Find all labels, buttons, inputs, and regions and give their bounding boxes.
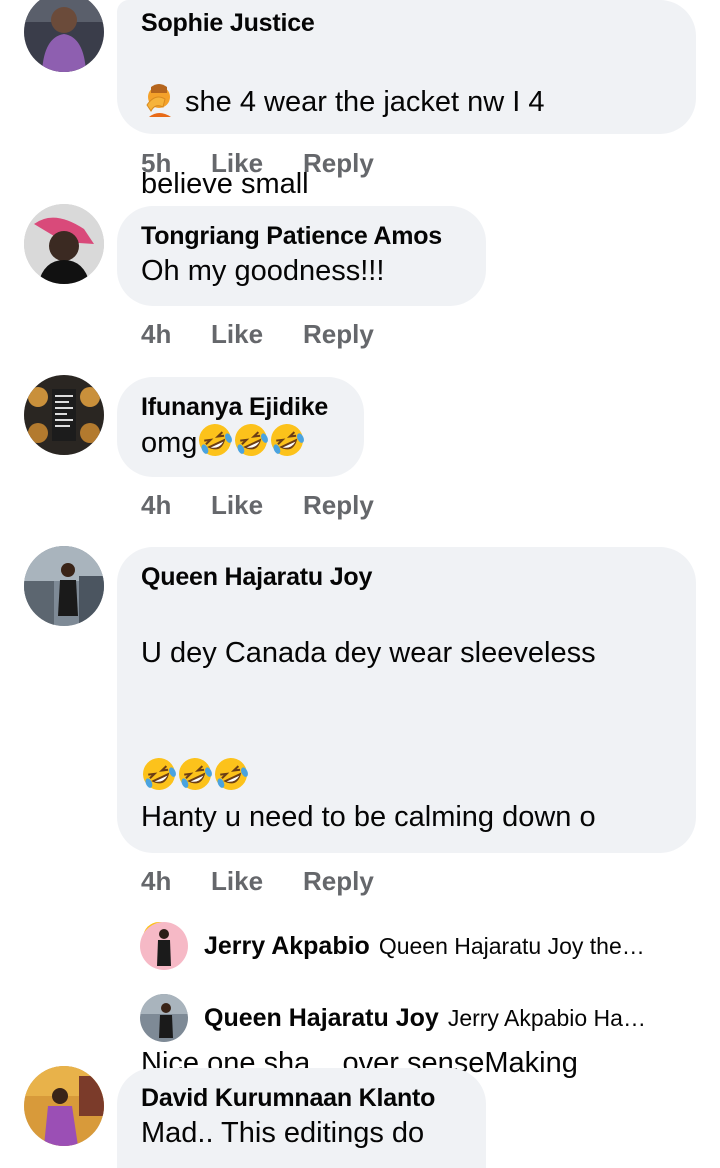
comment-text-line: U dey Canada dey wear sleeveless bbox=[141, 637, 596, 669]
comment-bubble: David Kurumnaan Klanto Mad.. This editin… bbox=[117, 1068, 486, 1168]
avatar[interactable] bbox=[24, 1066, 104, 1146]
comment-text-line: she 4 wear the jacket nw I 4 bbox=[177, 86, 545, 118]
reply-author[interactable]: Jerry Akpabio bbox=[204, 932, 370, 961]
reply-button[interactable]: Reply bbox=[303, 490, 374, 520]
comment-text: Oh my goodness!!! bbox=[141, 255, 385, 287]
comment-text: U dey Canada dey wear sleeveless Hanty u… bbox=[141, 592, 672, 1125]
rofl-emoji-icon bbox=[215, 758, 248, 790]
comment-author[interactable]: Ifunanya Ejidike bbox=[141, 392, 340, 422]
reply-button[interactable]: Reply bbox=[303, 319, 374, 349]
comment-text: she 4 wear the jacket nw I 4 believe sma… bbox=[141, 40, 672, 205]
emoji-line bbox=[141, 715, 672, 790]
comment-author[interactable]: David Kurumnaan Klanto bbox=[141, 1083, 462, 1113]
reply-preview[interactable]: Queen Hajaratu Joy Jerry Akpabio Ha… bbox=[140, 993, 646, 1043]
like-button[interactable]: Like bbox=[211, 319, 303, 349]
comment-timestamp[interactable]: 4h bbox=[141, 319, 211, 349]
comment-author[interactable]: Sophie Justice bbox=[141, 8, 672, 38]
comment-actions: 4h Like Reply bbox=[141, 319, 374, 349]
comment-timestamp[interactable]: 4h bbox=[141, 866, 211, 896]
rofl-emoji-icon bbox=[235, 424, 269, 456]
comment-text: Mad.. This editings do bbox=[141, 1117, 425, 1149]
comment-author[interactable]: Queen Hajaratu Joy bbox=[141, 562, 672, 592]
comment-actions: 4h Like Reply bbox=[141, 866, 374, 896]
avatar[interactable] bbox=[24, 204, 104, 284]
comment-bubble: Sophie Justice she 4 wear the jacket nw … bbox=[117, 0, 696, 200]
like-button[interactable]: Like bbox=[211, 866, 303, 896]
avatar[interactable] bbox=[140, 994, 188, 1042]
reply-button[interactable]: Reply bbox=[303, 148, 374, 178]
reply-preview[interactable]: Jerry Akpabio Queen Hajaratu Joy the… bbox=[140, 921, 645, 971]
comment-timestamp[interactable]: 5h bbox=[141, 148, 211, 178]
comment-actions: 5h Like Reply bbox=[141, 148, 374, 178]
comment-author[interactable]: Tongriang Patience Amos bbox=[141, 221, 462, 251]
comment-bubble: Ifunanya Ejidike omg bbox=[117, 377, 364, 477]
comment-bubble: Queen Hajaratu Joy U dey Canada dey wear… bbox=[117, 547, 696, 1079]
like-button[interactable]: Like bbox=[211, 148, 303, 178]
avatar[interactable] bbox=[24, 375, 104, 455]
avatar[interactable] bbox=[140, 922, 188, 970]
avatar[interactable] bbox=[24, 546, 104, 626]
rofl-emoji-icon bbox=[179, 758, 212, 790]
reply-author[interactable]: Queen Hajaratu Joy bbox=[204, 1004, 439, 1033]
comment-timestamp[interactable]: 4h bbox=[141, 490, 211, 520]
like-button[interactable]: Like bbox=[211, 490, 303, 520]
comment-text-line: omg bbox=[141, 427, 198, 459]
rofl-emoji-icon bbox=[199, 424, 233, 456]
facepalm-emoji-icon bbox=[146, 84, 171, 117]
reply-snippet: Jerry Akpabio Ha… bbox=[447, 1004, 646, 1031]
rofl-emoji-icon bbox=[271, 424, 305, 456]
comment-bubble: Tongriang Patience Amos Oh my goodness!!… bbox=[117, 206, 486, 306]
comment-text: omg bbox=[141, 422, 340, 464]
avatar[interactable] bbox=[24, 0, 104, 72]
reply-button[interactable]: Reply bbox=[303, 866, 374, 896]
rofl-emoji-icon bbox=[143, 758, 176, 790]
comment-actions: 4h Like Reply bbox=[141, 490, 374, 520]
reply-snippet: Queen Hajaratu Joy the… bbox=[378, 932, 645, 959]
comment-text-line: Hanty u need to be calming down o bbox=[141, 801, 596, 833]
